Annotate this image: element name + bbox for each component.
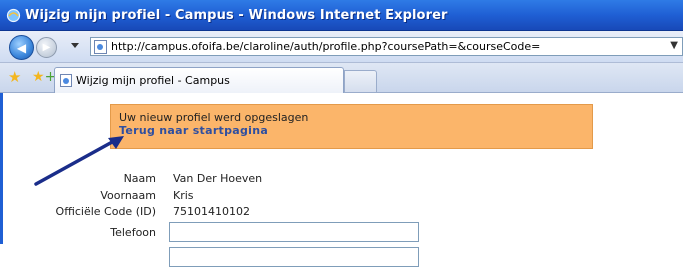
back-arrow-icon[interactable]: ◀ xyxy=(9,35,34,60)
url-text[interactable]: http://campus.ofoifa.be/claroline/auth/p… xyxy=(111,40,540,53)
tab-wijzig-mijn-profiel[interactable]: Wijzig mijn profiel - Campus xyxy=(54,67,344,93)
address-bar: ◀ ▶ http://campus.ofoifa.be/claroline/au… xyxy=(0,31,683,63)
voornaam-label: Voornaam xyxy=(100,189,156,202)
telefoon-input[interactable] xyxy=(169,222,419,242)
back-to-home-link[interactable]: Terug naar startpagina xyxy=(119,124,268,137)
window-title: Wijzig mijn profiel - Campus - Windows I… xyxy=(25,7,448,23)
annotation-arrow xyxy=(34,136,124,186)
page-content: Uw nieuw profiel werd opgeslagen Terug n… xyxy=(0,93,683,267)
tab-bar: ★ ★+ Wijzig mijn profiel - Campus xyxy=(0,63,683,93)
telefoon-label: Telefoon xyxy=(110,226,156,239)
new-tab-button[interactable] xyxy=(344,70,377,92)
recent-pages-dropdown-icon[interactable] xyxy=(71,43,79,48)
forward-arrow-icon[interactable]: ▶ xyxy=(36,37,57,58)
voornaam-value: Kris xyxy=(173,189,194,202)
page-icon xyxy=(94,39,107,54)
url-field[interactable]: http://campus.ofoifa.be/claroline/auth/p… xyxy=(90,37,683,56)
window-frame-edge xyxy=(0,93,3,244)
page-icon xyxy=(60,74,72,87)
tab-label: Wijzig mijn profiel - Campus xyxy=(76,74,230,87)
official-code-label: Officiële Code (ID) xyxy=(55,205,156,218)
add-favorites-icon[interactable]: ★+ xyxy=(32,70,56,85)
window-titlebar: Wijzig mijn profiel - Campus - Windows I… xyxy=(0,0,683,31)
success-notice: Uw nieuw profiel werd opgeslagen Terug n… xyxy=(110,104,593,149)
official-code-value: 75101410102 xyxy=(173,205,250,218)
notice-message: Uw nieuw profiel werd opgeslagen xyxy=(119,111,309,124)
next-field-input[interactable] xyxy=(169,247,419,267)
star-icon[interactable]: ★ xyxy=(8,70,21,85)
chevron-down-icon[interactable]: ▼ xyxy=(670,40,678,51)
naam-value: Van Der Hoeven xyxy=(173,172,263,185)
ie-icon xyxy=(6,8,21,23)
naam-label: Naam xyxy=(123,172,156,185)
